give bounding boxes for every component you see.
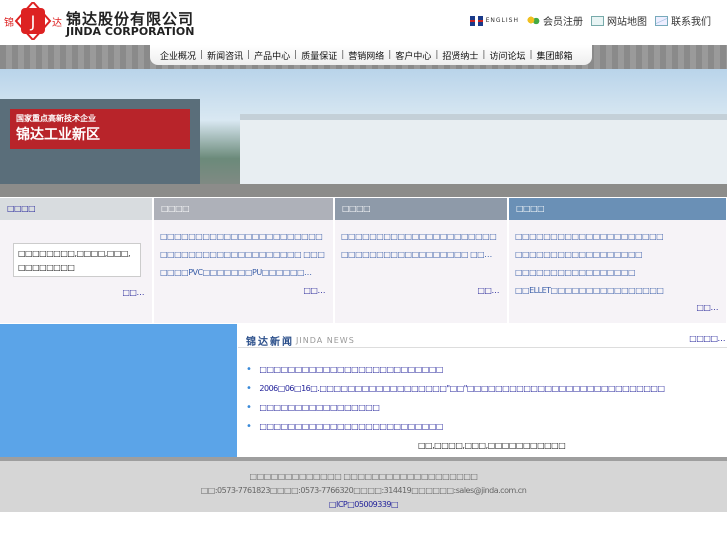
mail-icon xyxy=(655,15,668,26)
panel-title: □□□□ xyxy=(0,198,152,220)
tagline: □□,□□□□,□□□,□□□□□□□□□□□ xyxy=(418,441,566,450)
banner-sign: 国家重点高新技术企业 锦达工业新区 xyxy=(10,109,190,149)
panel-products: □□□□ □□□□□□□□□□□□□□□□□□□□□□□□□□□□□□□□□□□… xyxy=(154,198,334,323)
news-item[interactable]: □□□□□□□□□□□□□□□□□□□□□□□□□□ xyxy=(246,421,721,440)
banner-image: 国家重点高新技术企业 锦达工业新区 xyxy=(0,69,727,197)
search-box[interactable]: □□□□□□□□,□□□□,□□□,□□□□□□□□ xyxy=(13,243,141,277)
nav-jobs[interactable]: 招贤纳士 xyxy=(442,49,478,62)
register-link[interactable]: 会员注册 xyxy=(527,13,583,28)
footer-contact: □□:0573-7761823□□□□:0573-7766320□□□□:314… xyxy=(200,486,527,495)
factory-image xyxy=(240,114,727,184)
panel-title: □□□□ xyxy=(335,198,507,220)
panel-text: □□□□□□□□□□□□□□□□□□□□□□□□□□□□□□□□□□□□□□□□… xyxy=(341,232,497,259)
header: J锦达 锦达股份有限公司 JINDA CORPORATION ENGLISH 会… xyxy=(0,0,727,45)
left-blue-panel xyxy=(0,324,237,457)
company-name-en: JINDA CORPORATION xyxy=(66,25,195,38)
nav-about[interactable]: 企业概况 xyxy=(160,49,196,62)
more-link[interactable]: □□… xyxy=(303,286,325,295)
panel-title: □□□□ xyxy=(509,198,726,220)
news-more-link[interactable]: □□□□… xyxy=(689,334,725,343)
panel-customer: □□□□ □□□□□□□□□□□□□□□□□□□□□ □□□□□□□□□□□□□… xyxy=(509,198,727,323)
english-link[interactable]: ENGLISH xyxy=(469,15,519,26)
svg-text:锦: 锦 xyxy=(4,16,14,29)
nav-products[interactable]: 产品中心 xyxy=(254,49,290,62)
nav-news[interactable]: 新闻咨讯 xyxy=(207,49,243,62)
panel-quality: □□□□ □□□□□□□□□□□□□□□□□□□□□□□□□□□□□□□□□□□… xyxy=(335,198,508,323)
news-title: 锦达新闻 xyxy=(246,337,294,348)
more-link[interactable]: □□… xyxy=(477,286,499,295)
top-links: ENGLISH 会员注册 网站地图 联系我们 xyxy=(469,13,711,28)
panel-text: □□□□□□□□□□□□□□□□□□□□□□□□□□□□□□□□□□□□□□□□… xyxy=(160,232,325,277)
footer-address: □□□□□□□□□□□□□ □□□□□□□□□□□□□□□□□□□ xyxy=(249,472,478,481)
footer: □□□□□□□□□□□□□ □□□□□□□□□□□□□□□□□□□ □□:057… xyxy=(0,461,727,512)
news-item[interactable]: 2006□06□16□.□□□□□□□□□□□□□□□□□□"□□"□□□□□□… xyxy=(246,383,721,402)
sitemap-icon xyxy=(591,15,604,26)
news-list: □□□□□□□□□□□□□□□□□□□□□□□□□□ 2006□06□16□.□… xyxy=(246,364,721,440)
sitemap-link[interactable]: 网站地图 xyxy=(591,13,647,28)
news-header: 锦达新闻 JINDA NEWS □□□□… xyxy=(238,332,727,348)
more-link[interactable]: □□… xyxy=(122,288,144,297)
nav-forum[interactable]: 访问论坛 xyxy=(489,49,525,62)
road-image xyxy=(0,184,727,197)
contact-link[interactable]: 联系我们 xyxy=(655,13,711,28)
news-item[interactable]: □□□□□□□□□□□□□□□□□□□□□□□□□□ xyxy=(246,364,721,383)
panel-search: □□□□ □□□□□□□□,□□□□,□□□,□□□□□□□□ □□… xyxy=(0,198,153,323)
nav-quality[interactable]: 质量保证 xyxy=(301,49,337,62)
logo-icon[interactable]: J锦达 xyxy=(2,0,64,42)
panel-title: □□□□ xyxy=(154,198,333,220)
news-title-en: JINDA NEWS xyxy=(296,336,355,345)
uk-flag-icon xyxy=(469,15,483,26)
news-section: 锦达新闻 JINDA NEWS □□□□… □□□□□□□□□□□□□□□□□□… xyxy=(238,324,727,457)
nav-customer[interactable]: 客户中心 xyxy=(395,49,431,62)
more-link[interactable]: □□… xyxy=(696,303,718,312)
news-item[interactable]: □□□□□□□□□□□□□□□□□ xyxy=(246,402,721,421)
svg-text:J: J xyxy=(30,12,36,31)
svg-text:达: 达 xyxy=(52,17,62,29)
nav-marketing[interactable]: 营销网络 xyxy=(348,49,384,62)
building-image: 国家重点高新技术企业 锦达工业新区 xyxy=(0,99,200,197)
nav-mail[interactable]: 集团邮箱 xyxy=(537,49,573,62)
main-nav: 企业概况 | 新闻咨讯 | 产品中心 | 质量保证 | 营销网络 | 客户中心 | 招贤纳士… xyxy=(150,45,592,65)
icp-link[interactable]: □ICP□05009339□ xyxy=(329,500,399,509)
members-icon xyxy=(527,15,540,26)
panel-text: □□□□□□□□□□□□□□□□□□□□□ □□□□□□□□□□□□□□□□□□… xyxy=(515,232,664,295)
